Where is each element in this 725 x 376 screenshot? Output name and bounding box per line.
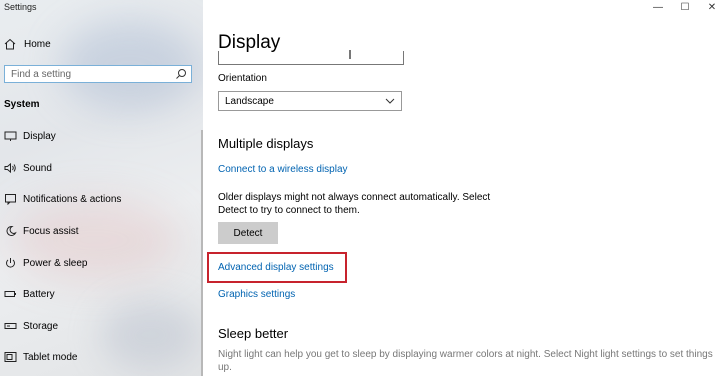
orientation-label: Orientation [218,73,267,84]
home-label: Home [24,38,51,50]
sidebar-item-storage[interactable]: Storage [4,319,58,333]
minimize-button[interactable]: — [646,0,670,14]
older-displays-line2: Detect to try to connect to them. [218,205,360,216]
main-content: — ☐ ✕ Display Orientation Landscape Mult… [203,0,725,376]
sidebar-item-label: Tablet mode [23,351,78,363]
sidebar-item-label: Battery [23,288,55,300]
sidebar-item-label: Storage [23,320,59,332]
sidebar: Settings Home System Display Sound [0,0,203,376]
search-input[interactable] [5,66,175,82]
connect-wireless-display-link[interactable]: Connect to a wireless display [218,164,348,175]
sidebar-item-notifications[interactable]: Notifications & actions [4,192,121,206]
tablet-icon [4,352,17,362]
sleep-text-line1: Night light can help you get to sleep by… [218,349,713,360]
older-displays-line1: Older displays might not always connect … [218,192,491,203]
detect-button[interactable]: Detect [218,222,278,244]
advanced-display-settings-link[interactable]: Advanced display settings [218,262,334,273]
scale-slider-thumb[interactable] [349,50,351,59]
sidebar-item-label: Display [23,130,56,142]
notification-icon [5,194,16,205]
sidebar-item-label: Sound [23,162,52,174]
older-displays-text: Older displays might not always connect … [218,191,490,217]
sidebar-item-label: Power & sleep [23,257,88,269]
sidebar-item-display[interactable]: Display [4,129,56,143]
sidebar-item-label: Notifications & actions [23,193,122,205]
monitor-icon [4,131,17,141]
search-icon[interactable] [175,68,187,80]
sleep-better-heading: Sleep better [218,326,289,341]
scale-slider[interactable] [218,51,404,65]
sidebar-item-tablet-mode[interactable]: Tablet mode [4,350,77,364]
graphics-settings-link[interactable]: Graphics settings [218,289,295,300]
background-blur [100,300,200,370]
orientation-value: Landscape [225,95,274,107]
battery-icon [4,291,16,297]
storage-icon [4,323,17,329]
home-nav-item[interactable]: Home [4,37,51,51]
multiple-displays-heading: Multiple displays [218,136,314,151]
moon-icon [6,225,17,236]
home-icon [4,38,16,50]
sidebar-item-label: Focus assist [23,225,79,237]
sidebar-item-focus-assist[interactable]: Focus assist [4,224,79,238]
search-box[interactable] [4,65,192,83]
app-title: Settings [4,2,37,12]
sidebar-item-battery[interactable]: Battery [4,287,55,301]
power-icon [6,258,15,268]
chevron-down-icon [385,98,395,104]
speaker-icon [4,162,16,174]
close-button[interactable]: ✕ [700,0,724,14]
sleep-text-line2: up. [218,362,232,373]
maximize-button[interactable]: ☐ [673,0,697,14]
section-label-system: System [4,99,40,110]
sidebar-item-sound[interactable]: Sound [4,161,52,175]
orientation-dropdown[interactable]: Landscape [218,91,402,111]
sidebar-item-power-sleep[interactable]: Power & sleep [4,256,87,270]
sleep-better-text: Night light can help you get to sleep by… [218,348,713,374]
